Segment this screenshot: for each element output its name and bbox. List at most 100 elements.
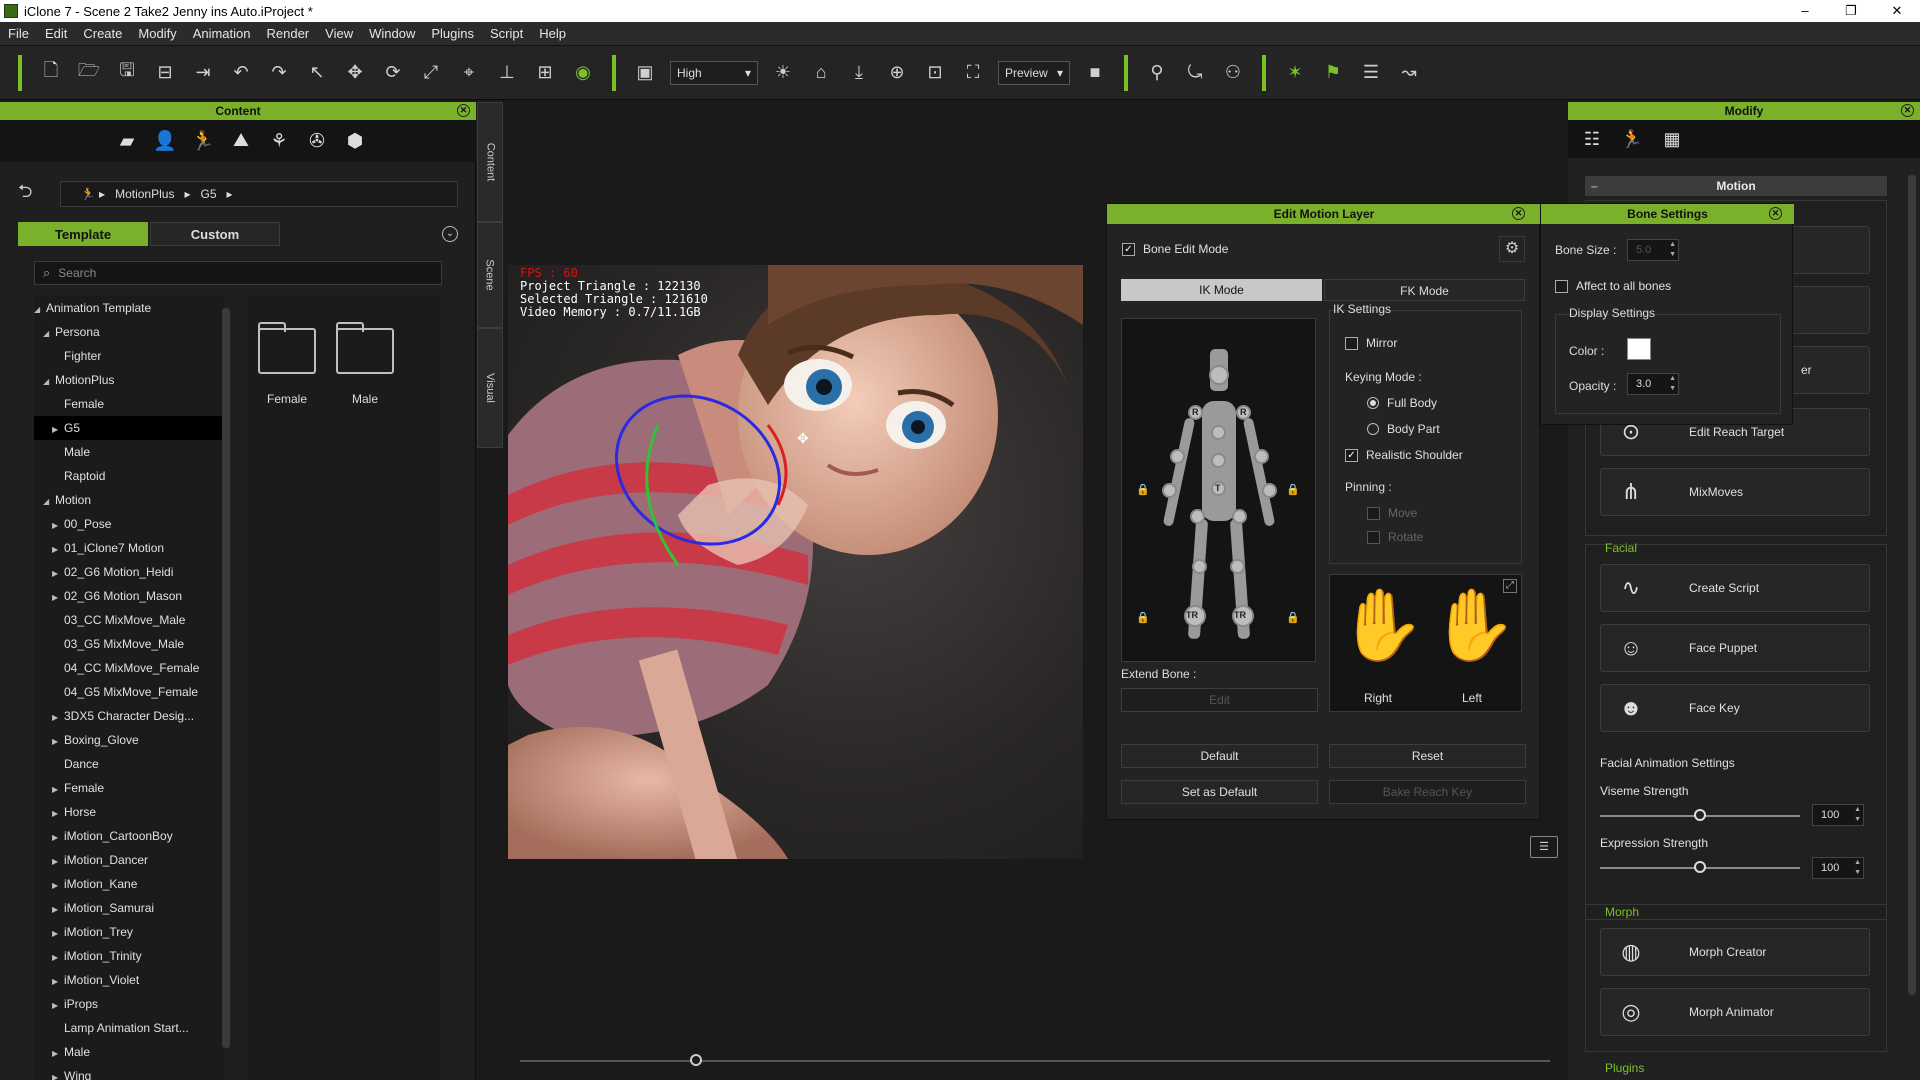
collapsed-triangle-icon[interactable]: ▶ [52, 994, 64, 1018]
affect-all-bones-checkbox[interactable]: Affect to all bones [1555, 279, 1671, 293]
spin-arrows-icon[interactable]: ▲ ▼ [1854, 858, 1861, 878]
collapsed-triangle-icon[interactable]: ▶ [52, 514, 64, 538]
collapsed-triangle-icon[interactable]: ▶ [52, 946, 64, 970]
camera-icon[interactable]: ■ [1082, 60, 1108, 86]
media-reel-icon[interactable]: ✇ [298, 130, 336, 153]
breadcrumb-item[interactable]: MotionPlus [115, 187, 174, 201]
face-key-button[interactable]: ☻ Face Key [1600, 684, 1870, 732]
motion-figure-icon[interactable]: 🏃 [1612, 129, 1652, 150]
menu-window[interactable]: Window [361, 26, 423, 41]
project-folder-icon[interactable]: ▰ [108, 130, 146, 153]
expanded-triangle-icon[interactable]: ◢ [43, 370, 55, 394]
tab-custom[interactable]: Custom [150, 222, 280, 246]
right-knee-joint[interactable] [1192, 559, 1207, 574]
collapsed-triangle-icon[interactable]: ▶ [52, 418, 64, 442]
bone-color-swatch[interactable] [1627, 338, 1651, 360]
full-body-radio[interactable]: Full Body [1367, 396, 1437, 410]
tree-item[interactable]: Female [34, 392, 224, 416]
motion-path-icon[interactable]: ⤿ [1182, 60, 1208, 86]
back-arrow-icon[interactable]: ⮌ [18, 179, 42, 209]
side-tab-visual[interactable]: Visual [477, 328, 503, 448]
tree-item[interactable]: ▶ iMotion_Violet [34, 968, 224, 992]
reset-button[interactable]: Reset [1329, 744, 1526, 768]
tree-item[interactable]: 04_CC MixMove_Female [34, 656, 224, 680]
left-hand-icon[interactable]: ✋ [1430, 585, 1517, 667]
rotate-gizmo-icon[interactable]: ⟳ [380, 60, 406, 86]
link-icon[interactable]: ⤢ [1503, 579, 1517, 593]
morph-animator-button[interactable]: ◎ Morph Animator [1600, 988, 1870, 1036]
tree-item[interactable]: ▶ 00_Pose [34, 512, 224, 536]
close-icon[interactable]: ✕ [457, 104, 470, 117]
hand-bone-picker[interactable]: ✋ ✋ ⤢ Right Left [1329, 574, 1522, 712]
collapse-icon[interactable]: – [1591, 176, 1598, 196]
set-as-default-button[interactable]: Set as Default [1121, 780, 1318, 804]
tree-item[interactable]: ▶ Boxing_Glove [34, 728, 224, 752]
scrubber-knob[interactable] [690, 1054, 702, 1066]
animation-icon[interactable]: 🏃 [184, 129, 222, 153]
tree-item[interactable]: ▶ G5 [34, 416, 224, 440]
right-arm-bone[interactable] [1162, 417, 1196, 527]
menu-render[interactable]: Render [259, 26, 318, 41]
timeline-icon[interactable]: ☰ [1358, 60, 1384, 86]
templates-icon[interactable]: ⬢ [336, 130, 374, 153]
tree-item[interactable]: ◢ Animation Template [34, 296, 224, 320]
rotate-pin-checkbox[interactable]: Rotate [1367, 530, 1423, 544]
collapsed-triangle-icon[interactable]: ▶ [52, 538, 64, 562]
slider-knob[interactable] [1694, 809, 1706, 821]
scale-gizmo-icon[interactable]: ⤢ [418, 60, 444, 86]
face-puppet-button[interactable]: ☺ Face Puppet [1600, 624, 1870, 672]
collapsed-triangle-icon[interactable]: ▶ [52, 970, 64, 994]
realistic-shoulder-checkbox[interactable]: ✓ Realistic Shoulder [1345, 448, 1463, 462]
tree-item[interactable]: ▶ 3DX5 Character Desig... [34, 704, 224, 728]
tab-ik-mode[interactable]: IK Mode [1121, 279, 1322, 301]
3d-viewport[interactable]: ✥ FPS : 60 Project Triangle : 122130 Sel… [508, 265, 1083, 859]
folder-female[interactable]: Female [256, 322, 318, 406]
menu-view[interactable]: View [317, 26, 361, 41]
tree-item[interactable]: ▶ Horse [34, 800, 224, 824]
export-icon[interactable]: ⇥ [190, 60, 216, 86]
tree-item[interactable]: ▶ iMotion_Kane [34, 872, 224, 896]
lock-icon[interactable]: 🔒 [1286, 611, 1300, 624]
tree-item[interactable]: ◢ Persona [34, 320, 224, 344]
side-tab-scene[interactable]: Scene [477, 222, 503, 328]
collapsed-triangle-icon[interactable]: ▶ [52, 826, 64, 850]
collapsed-triangle-icon[interactable]: ▶ [52, 922, 64, 946]
eye-visibility-icon[interactable]: ◉ [570, 60, 596, 86]
tree-item[interactable]: ▶ iMotion_CartoonBoy [34, 824, 224, 848]
collapsed-triangle-icon[interactable]: ▶ [52, 730, 64, 754]
tree-item[interactable]: ▶ 02_G6 Motion_Heidi [34, 560, 224, 584]
body-bone-picker[interactable]: R R T TR TR 🔒 🔒 🔒 🔒 [1121, 318, 1316, 662]
mixmoves-button[interactable]: ⋔ MixMoves [1600, 468, 1870, 516]
home-camera-icon[interactable]: ⌂ [808, 60, 834, 86]
tree-item[interactable]: Dance [34, 752, 224, 776]
snap-icon[interactable]: ⌖ [456, 60, 482, 86]
default-button[interactable]: Default [1121, 744, 1318, 768]
modify-scrollbar[interactable] [1908, 175, 1916, 995]
tree-item[interactable]: ▶ iMotion_Dancer [34, 848, 224, 872]
comment-icon[interactable]: ☰ [1530, 836, 1558, 858]
spine-joint[interactable] [1211, 453, 1226, 468]
mirror-checkbox[interactable]: Mirror [1345, 336, 1397, 350]
drop-to-floor-icon[interactable]: ⤓ [846, 60, 872, 86]
collapsed-triangle-icon[interactable]: ▶ [52, 1042, 64, 1066]
redo-icon[interactable]: ↷ [266, 60, 292, 86]
menu-edit[interactable]: Edit [37, 26, 75, 41]
preview-select[interactable]: Preview ▾ [998, 60, 1070, 85]
close-icon[interactable]: ✕ [1901, 104, 1914, 117]
collapsed-triangle-icon[interactable]: ▶ [52, 562, 64, 586]
tree-item[interactable]: ▶ iMotion_Trinity [34, 944, 224, 968]
expanded-triangle-icon[interactable]: ◢ [34, 298, 46, 322]
collapsed-triangle-icon[interactable]: ▶ [52, 706, 64, 730]
extend-bone-edit-button[interactable]: Edit [1121, 688, 1318, 712]
actor-icon[interactable]: 👤 [146, 129, 184, 153]
move-pin-checkbox[interactable]: Move [1367, 506, 1417, 520]
gear-icon[interactable]: ⚙ [1499, 236, 1525, 262]
spin-arrows-icon[interactable]: ▲ ▼ [1669, 374, 1676, 394]
light-icon[interactable]: ☀ [770, 60, 796, 86]
options-chevron-icon[interactable]: ⌄ [442, 226, 458, 242]
morph-creator-button[interactable]: ◍ Morph Creator [1600, 928, 1870, 976]
open-folder-icon[interactable]: 🗁 [76, 60, 102, 86]
right-wrist-joint[interactable] [1162, 483, 1177, 498]
menu-help[interactable]: Help [531, 26, 574, 41]
spin-arrows-icon[interactable]: ▲ ▼ [1669, 240, 1676, 260]
